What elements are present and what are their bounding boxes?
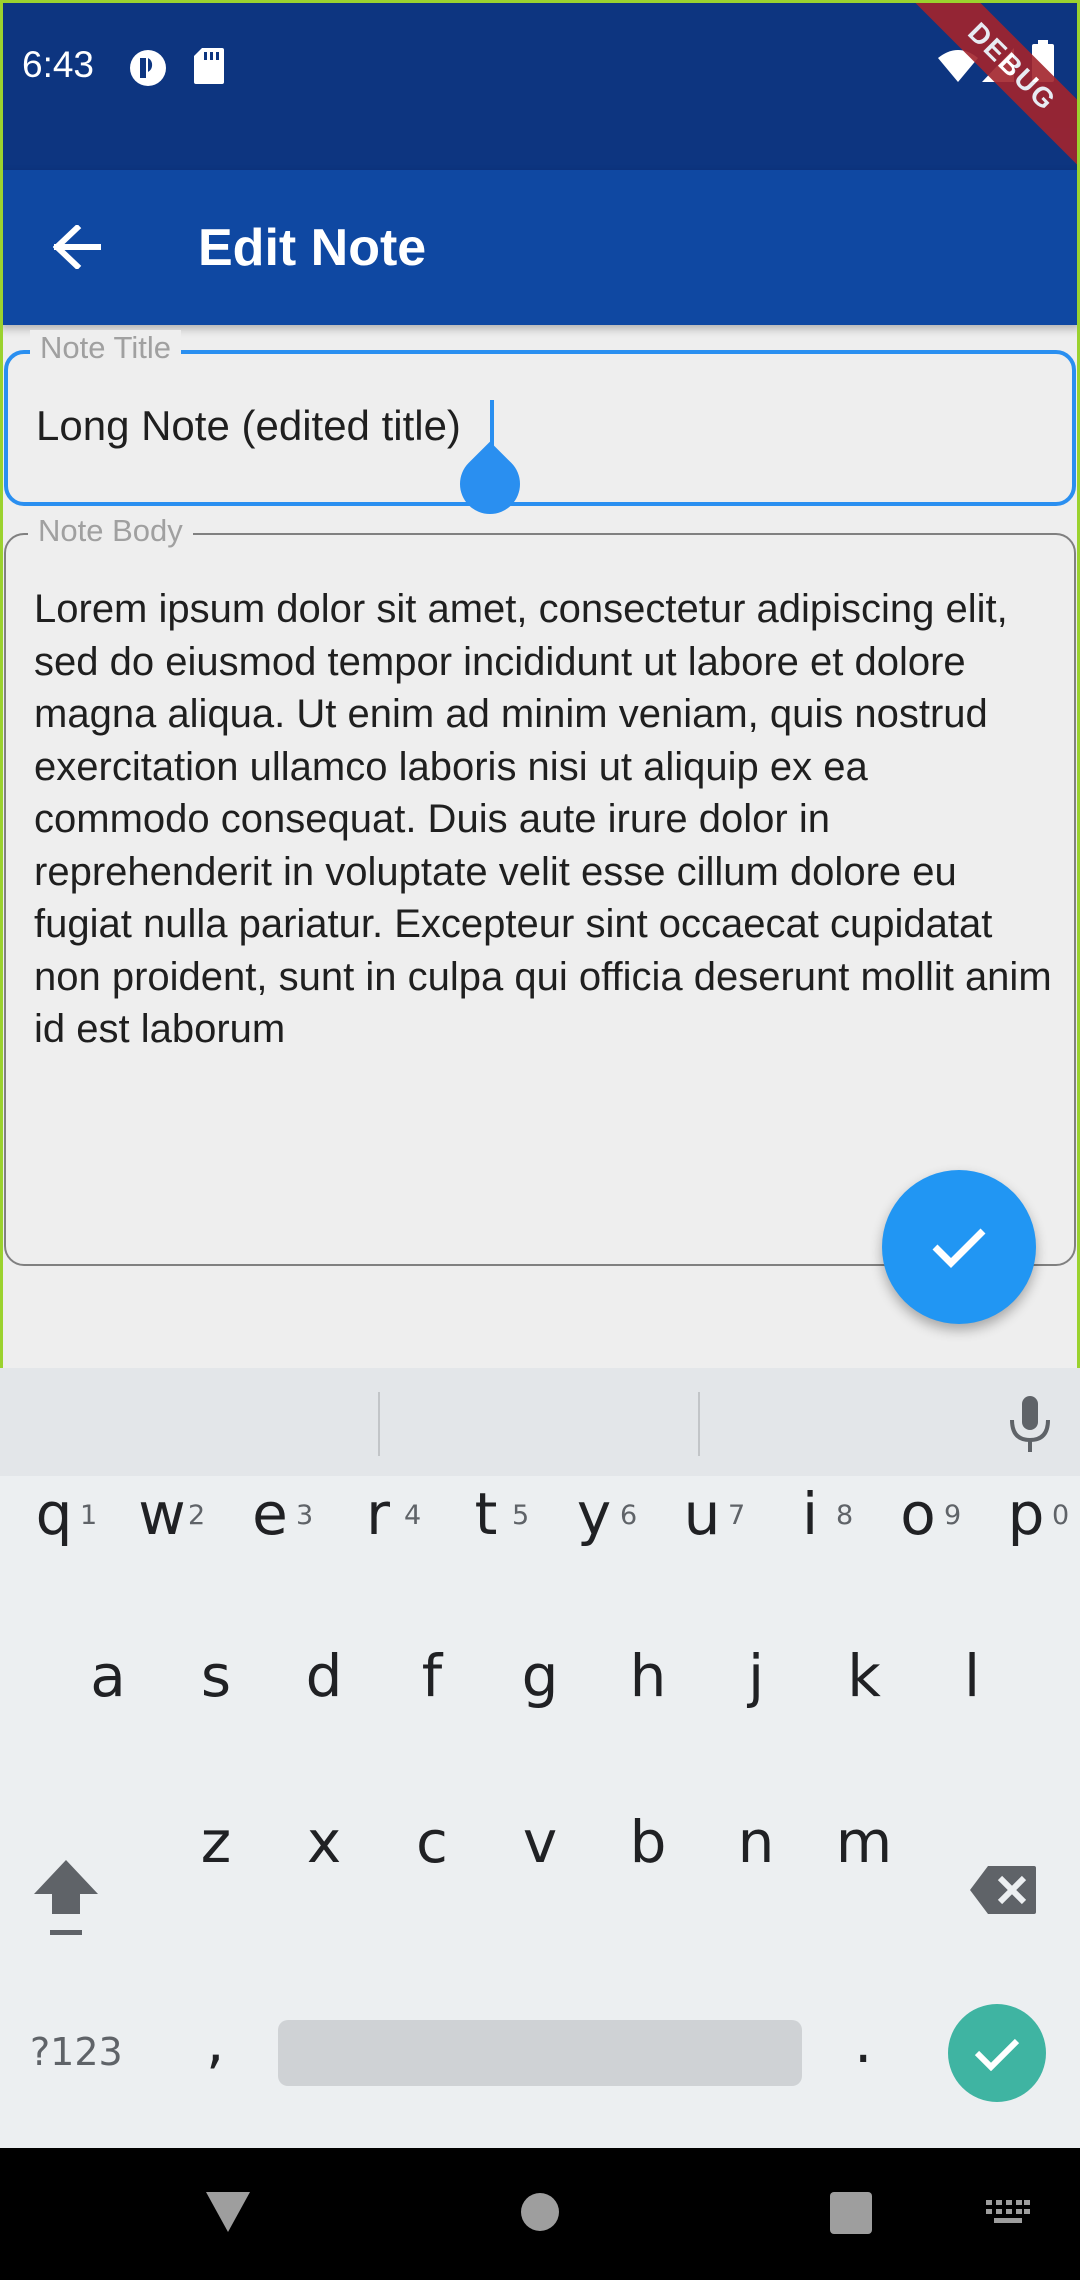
key-hint-0: 0 bbox=[1052, 1500, 1070, 1531]
key-p[interactable]: p bbox=[996, 1480, 1056, 1548]
save-note-button[interactable] bbox=[882, 1170, 1036, 1324]
soft-keyboard: q1 w2 e3 r4 t5 y6 u7 i8 o9 p0 asdfghjkl zxcvbnm ?… bbox=[0, 1368, 1080, 2148]
key-s[interactable]: s bbox=[186, 1642, 246, 1710]
key-l[interactable]: l bbox=[942, 1642, 1002, 1710]
back-triangle-icon[interactable] bbox=[204, 2190, 252, 2239]
key-b[interactable]: b bbox=[612, 1808, 684, 1876]
system-navigation-bar bbox=[0, 2148, 1080, 2280]
back-button[interactable] bbox=[40, 210, 114, 284]
key-g[interactable]: g bbox=[510, 1642, 570, 1710]
microphone-icon[interactable] bbox=[1008, 1396, 1052, 1457]
key-y[interactable]: y bbox=[564, 1480, 624, 1548]
key-u[interactable]: u bbox=[672, 1480, 732, 1548]
backspace-key[interactable] bbox=[968, 1862, 1038, 1930]
key-hint-9: 9 bbox=[944, 1500, 962, 1531]
status-time: 6:43 bbox=[22, 44, 95, 85]
check-icon bbox=[974, 2038, 1020, 2071]
key-j[interactable]: j bbox=[726, 1642, 786, 1710]
note-title-input[interactable]: Long Note (edited title) bbox=[36, 402, 461, 450]
key-hint-8: 8 bbox=[836, 1500, 854, 1531]
key-q[interactable]: q bbox=[24, 1480, 84, 1548]
key-c[interactable]: c bbox=[396, 1808, 468, 1876]
comma-key[interactable]: , bbox=[206, 2008, 224, 2076]
key-t[interactable]: t bbox=[456, 1480, 516, 1548]
sd-card-icon bbox=[194, 48, 224, 89]
key-a[interactable]: a bbox=[78, 1642, 138, 1710]
key-o[interactable]: o bbox=[888, 1480, 948, 1548]
note-title-label: Note Title bbox=[30, 330, 181, 366]
suggestion-divider bbox=[378, 1392, 380, 1456]
key-hint-5: 5 bbox=[512, 1500, 530, 1531]
app-bar: Edit Note bbox=[0, 170, 1080, 325]
key-i[interactable]: i bbox=[780, 1480, 840, 1548]
note-title-field[interactable]: Note Title Long Note (edited title) bbox=[4, 330, 1076, 527]
key-d[interactable]: d bbox=[294, 1642, 354, 1710]
status-bar: 6:43 DEBUG bbox=[0, 0, 1080, 170]
key-hint-3: 3 bbox=[296, 1500, 314, 1531]
suggestion-divider bbox=[698, 1392, 700, 1456]
period-key[interactable]: . bbox=[854, 2008, 872, 2076]
key-r[interactable]: r bbox=[348, 1480, 408, 1548]
key-hint-2: 2 bbox=[188, 1500, 206, 1531]
cursor-handle[interactable] bbox=[447, 441, 533, 527]
key-hint-7: 7 bbox=[728, 1500, 746, 1531]
page-title: Edit Note bbox=[198, 219, 427, 277]
symbols-key[interactable]: ?123 bbox=[30, 2030, 123, 2074]
key-w[interactable]: w bbox=[132, 1480, 192, 1548]
key-x[interactable]: x bbox=[288, 1808, 360, 1876]
key-n[interactable]: n bbox=[720, 1808, 792, 1876]
note-body-field[interactable]: Note Body Lorem ipsum dolor sit amet, co… bbox=[4, 513, 1076, 1266]
key-hint-4: 4 bbox=[404, 1500, 422, 1531]
note-body-label: Note Body bbox=[28, 513, 193, 549]
home-circle-icon[interactable] bbox=[520, 2192, 560, 2237]
key-h[interactable]: h bbox=[618, 1642, 678, 1710]
key-m[interactable]: m bbox=[828, 1808, 900, 1876]
key-f[interactable]: f bbox=[402, 1642, 462, 1710]
key-z[interactable]: z bbox=[180, 1808, 252, 1876]
keyboard-switch-icon[interactable] bbox=[986, 2200, 1030, 2233]
key-hint-6: 6 bbox=[620, 1500, 638, 1531]
key-v[interactable]: v bbox=[504, 1808, 576, 1876]
enter-key[interactable] bbox=[948, 2004, 1046, 2102]
check-icon bbox=[932, 1228, 986, 1268]
key-e[interactable]: e bbox=[240, 1480, 300, 1548]
backspace-icon bbox=[970, 1866, 1036, 1914]
shift-key[interactable] bbox=[30, 1856, 102, 1954]
key-hint-1: 1 bbox=[80, 1500, 98, 1531]
spacebar[interactable] bbox=[278, 2020, 802, 2086]
app-notification-icon bbox=[128, 48, 168, 93]
suggestion-strip bbox=[0, 1368, 1080, 1476]
shift-icon bbox=[34, 1860, 98, 1935]
arrow-back-icon bbox=[53, 225, 101, 269]
key-k[interactable]: k bbox=[834, 1642, 894, 1710]
recents-square-icon[interactable] bbox=[830, 2192, 872, 2239]
note-body-input[interactable]: Lorem ipsum dolor sit amet, consectetur … bbox=[34, 583, 1054, 1056]
